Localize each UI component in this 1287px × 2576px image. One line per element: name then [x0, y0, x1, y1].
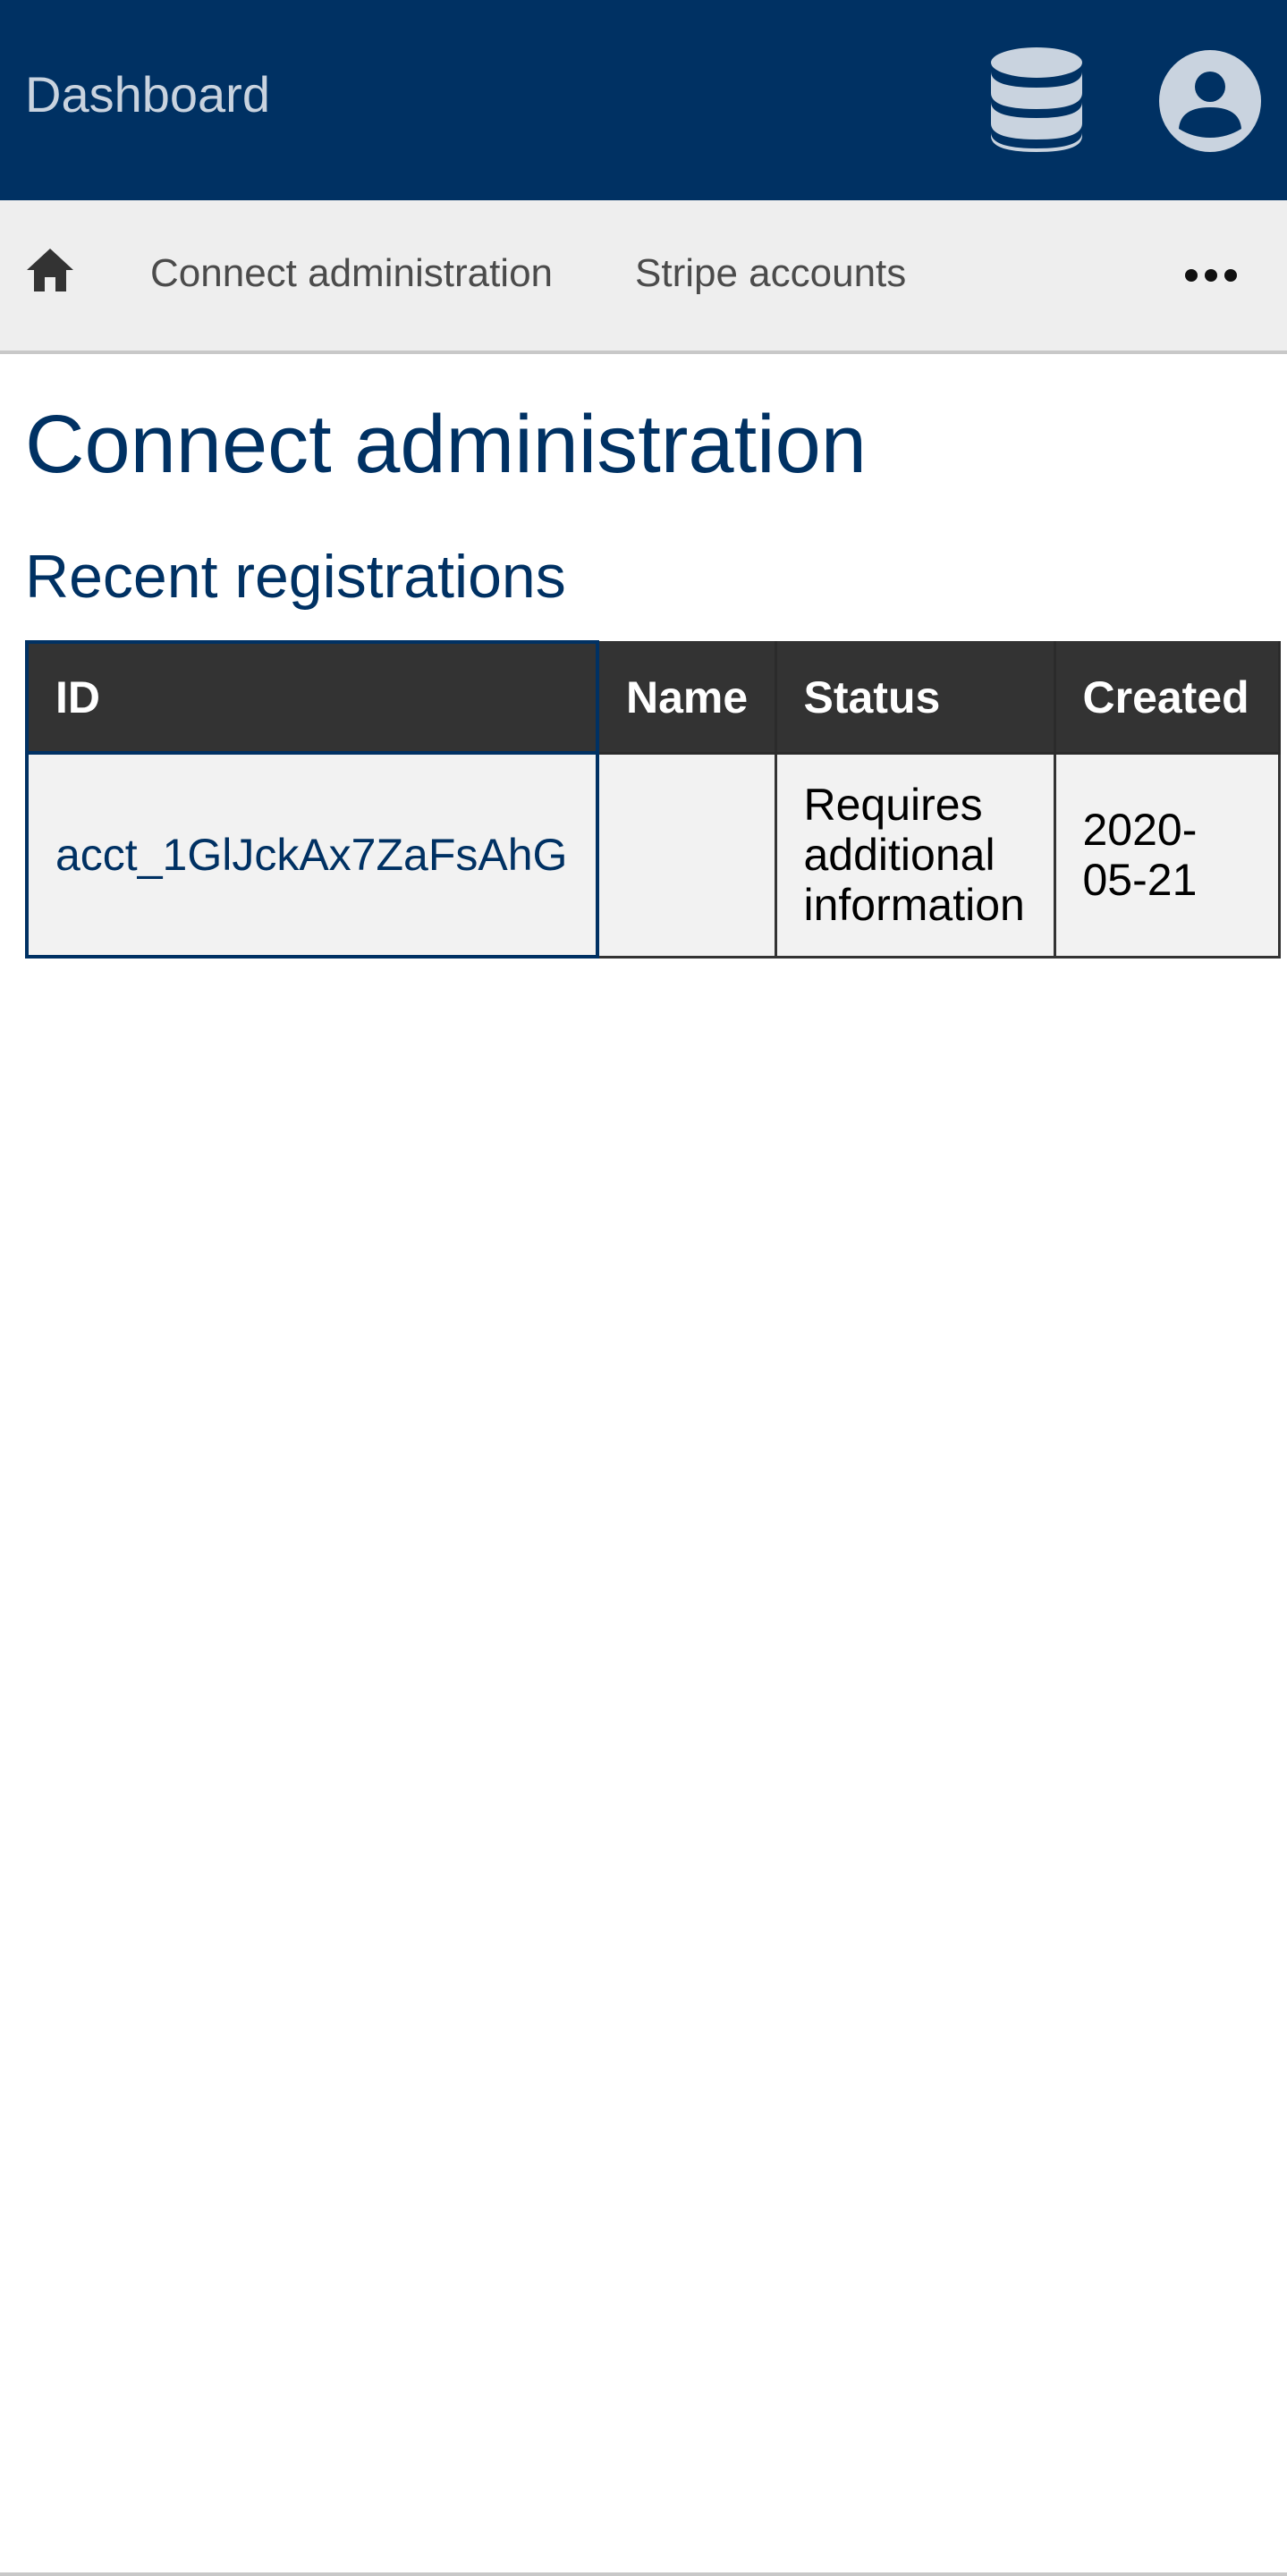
cell-created: 2020-05-21 [1053, 751, 1281, 959]
cell-id: acct_1GlJckAx7ZaFsAhG [25, 751, 599, 959]
nav-stripe-accounts[interactable]: Stripe accounts [635, 249, 906, 299]
nav-connect-administration[interactable]: Connect administration [150, 249, 553, 299]
home-icon[interactable] [25, 245, 75, 295]
column-header-name[interactable]: Name [596, 640, 777, 755]
table-row: acct_1GlJckAx7ZaFsAhG Requires additiona… [25, 751, 1281, 959]
column-header-id[interactable]: ID [25, 640, 599, 755]
section-title: Recent registrations [25, 543, 566, 611]
top-bar: Dashboard [0, 0, 1287, 200]
database-icon[interactable] [989, 46, 1084, 152]
cell-name [596, 751, 777, 959]
registrations-table: ID Name Status Created acct_1GlJckAx7ZaF… [25, 640, 1281, 959]
page-title: Connect administration [25, 399, 867, 490]
page-bottom-divider [0, 2572, 1287, 2576]
breadcrumb-nav: Connect administration Stripe accounts [0, 200, 1287, 354]
cell-status: Requires additional information [774, 751, 1056, 959]
dashboard-link[interactable]: Dashboard [25, 64, 270, 125]
account-id-link[interactable]: acct_1GlJckAx7ZaFsAhG [55, 830, 567, 880]
ellipsis-icon[interactable] [1182, 266, 1240, 284]
column-header-status[interactable]: Status [774, 640, 1056, 755]
table-header-row: ID Name Status Created [25, 640, 1281, 755]
column-header-created[interactable]: Created [1053, 640, 1281, 755]
user-circle-icon[interactable] [1159, 50, 1261, 152]
